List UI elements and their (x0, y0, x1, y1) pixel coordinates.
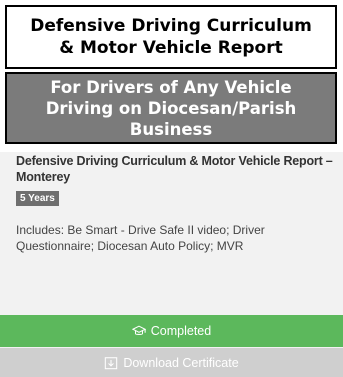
course-includes: Includes: Be Smart - Drive Safe II video… (16, 223, 265, 253)
course-card: Defensive Driving Curriculum & Motor Veh… (0, 0, 343, 377)
banner-title-line1: Defensive Driving Curriculum (30, 16, 312, 36)
completed-label: Completed (150, 324, 212, 338)
banner-title: Defensive Driving Curriculum & Motor Veh… (5, 5, 337, 69)
download-certificate-button[interactable]: Download Certificate (0, 348, 343, 377)
banner-subtitle-text: For Drivers of Any Vehicle Driving on Di… (45, 77, 297, 139)
completed-button[interactable]: Completed (0, 315, 343, 347)
banner-title-line2: & Motor Vehicle Report (59, 38, 283, 58)
course-title: Defensive Driving Curriculum & Motor Veh… (16, 154, 333, 184)
course-banner-image: Defensive Driving Curriculum & Motor Veh… (0, 0, 343, 152)
graduation-cap-icon (131, 324, 146, 338)
download-label: Download Certificate (123, 355, 239, 370)
download-icon (104, 356, 118, 370)
banner-subtitle: For Drivers of Any Vehicle Driving on Di… (5, 72, 337, 144)
duration-badge: 5 Years (16, 191, 59, 206)
